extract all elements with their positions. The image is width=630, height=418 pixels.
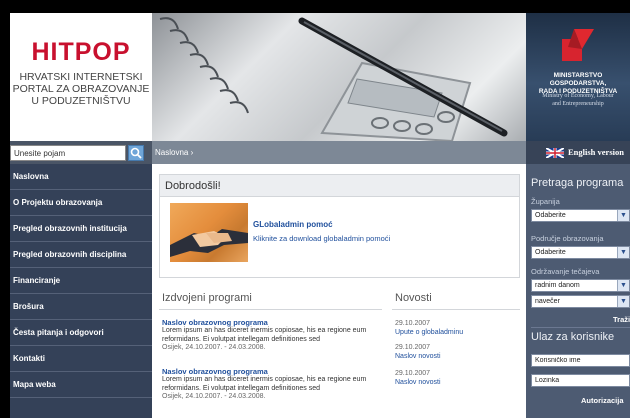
sidebar-item-brosura[interactable]: Brošura	[10, 294, 152, 320]
header: HITPOP HRVATSKI INTERNETSKI PORTAL ZA OB…	[10, 13, 630, 141]
sidebar-item-institucije[interactable]: Pregled obrazovnih institucija	[10, 216, 152, 242]
globaladmin-download-link[interactable]: Kliknite za download globaladmin pomoći	[253, 234, 390, 243]
zupanija-select-value: Odaberite	[535, 212, 566, 219]
news-title-link[interactable]: Naslov novosti	[395, 352, 520, 361]
page: HITPOP HRVATSKI INTERNETSKI PORTAL ZA OB…	[10, 13, 630, 418]
login-button[interactable]: Autorizacija	[581, 396, 624, 405]
ministry-logo[interactable]: MINISTARSTVO GOSPODARSTVA, RADA I PODUZE…	[526, 13, 630, 141]
sidebar-item-kontakti[interactable]: Kontakti	[10, 346, 152, 372]
breadcrumb-home-link[interactable]: Naslovna ›	[155, 148, 193, 157]
handshake-illustration	[170, 229, 248, 257]
news-title: Novosti	[392, 288, 520, 310]
news-item: 29.10.2007 Upute o globaladminu	[395, 319, 520, 337]
odrzavanje-label: Održavanje tečajeva	[531, 267, 600, 276]
chevron-down-icon: ▼	[617, 280, 629, 291]
program-search-button[interactable]: Traži	[613, 315, 630, 324]
chevron-down-icon: ▼	[617, 247, 629, 258]
sidebar-item-discipline[interactable]: Pregled obrazovnih disciplina	[10, 242, 152, 268]
news-date: 29.10.2007	[395, 370, 431, 377]
chevron-down-icon: ▼	[617, 296, 629, 307]
program-description: Lorem ipsum an has diceret inermis copio…	[162, 327, 367, 334]
program-description: Lorem ipsum an has diceret inermis copio…	[162, 376, 367, 383]
odrzavanje-select-2[interactable]: navečer ▼	[531, 295, 630, 308]
sidebar-nav: Naslovna O Projektu obrazovanja Pregled …	[10, 164, 152, 418]
logo-subtitle-line: U PODUZETNIŠTVU	[31, 95, 131, 107]
breadcrumb: Naslovna ›	[152, 141, 526, 164]
program-date: Osijek, 24.10.2007. - 24.03.2008.	[162, 344, 266, 351]
sidebar-item-naslovna[interactable]: Naslovna	[10, 164, 152, 190]
main-content: Dobrodošli! GLobaladmin pomoć Kliknite z…	[152, 164, 526, 418]
odrzavanje-select-1[interactable]: radnim danom ▼	[531, 279, 630, 292]
chevron-down-icon: ▼	[617, 210, 629, 221]
password-field[interactable]	[531, 374, 630, 387]
program-description: reformidans. Ei volutpat intellegam defi…	[162, 384, 320, 392]
program-title-link[interactable]: Naslov obrazovnog programa	[162, 318, 387, 327]
sidebar-item-financiranje[interactable]: Financiranje	[10, 268, 152, 294]
program-title-link[interactable]: Naslov obrazovnog programa	[162, 367, 387, 376]
program-date: Osijek, 24.10.2007. - 24.03.2008.	[162, 393, 266, 400]
program-item: Naslov obrazovnog programa Lorem ipsum a…	[162, 318, 387, 353]
sidebar-item-o-projektu[interactable]: O Projektu obrazovanja	[10, 190, 152, 216]
ministry-emblem-icon	[562, 29, 594, 61]
uk-flag-icon	[546, 148, 564, 158]
welcome-box: Dobrodošli! GLobaladmin pomoć Kliknite z…	[159, 174, 520, 278]
odrzavanje-select-1-value: radnim danom	[535, 282, 580, 289]
podrucje-label: Područje obrazovanja	[531, 234, 604, 243]
news-date: 29.10.2007	[395, 344, 431, 351]
featured-programs-title: Izdvojeni programi	[159, 288, 382, 310]
site-search	[10, 145, 144, 161]
divider	[531, 327, 630, 328]
news-item: 29.10.2007 Naslov novosti	[395, 369, 520, 387]
sidebar-item-faq[interactable]: Česta pitanja i odgovori	[10, 320, 152, 346]
featured-programs: Izdvojeni programi Naslov obrazovnog pro…	[159, 288, 382, 400]
notebook-pen-illustration	[159, 17, 508, 141]
odrzavanje-select-2-value: navečer	[535, 298, 560, 305]
top-bar: Naslovna › English version	[10, 141, 630, 164]
english-version-label: English version	[568, 147, 624, 157]
search-icon	[130, 147, 142, 159]
ministry-name-en-line: and Entrepreneurship	[552, 101, 604, 107]
logo-subtitle: HRVATSKI INTERNETSKI PORTAL ZA OBRAZOVAN…	[10, 71, 152, 107]
handshake-image	[170, 203, 248, 262]
search-button[interactable]	[128, 145, 144, 161]
ministry-name-en: Ministry of Economy, Labour and Entrepre…	[526, 92, 630, 108]
search-input[interactable]	[10, 145, 126, 161]
logo-subtitle-line: PORTAL ZA OBRAZOVANJE	[12, 83, 150, 95]
ministry-name-en-line: Ministry of Economy, Labour	[542, 93, 614, 99]
news-item: 29.10.2007 Naslov novosti	[395, 343, 520, 361]
news-title-link[interactable]: Upute o globaladminu	[395, 328, 520, 337]
news-date: 29.10.2007	[395, 320, 431, 327]
username-field[interactable]	[531, 354, 630, 367]
podrucje-select[interactable]: Odaberite ▼	[531, 246, 630, 259]
program-item: Naslov obrazovnog programa Lorem ipsum a…	[162, 367, 387, 402]
english-version-link[interactable]: English version	[526, 141, 630, 164]
login-title: Ulaz za korisnike	[531, 331, 615, 343]
sidebar-item-mapa-weba[interactable]: Mapa weba	[10, 372, 152, 398]
welcome-title: Dobrodošli!	[160, 175, 519, 197]
header-banner-image	[152, 13, 526, 141]
podrucje-select-value: Odaberite	[535, 249, 566, 256]
globaladmin-help-link[interactable]: GLobaladmin pomoć	[253, 220, 333, 229]
right-panel: Pretraga programa Županija Odaberite ▼ P…	[526, 164, 630, 418]
news-column: Novosti 29.10.2007 Upute o globaladminu …	[392, 288, 520, 386]
program-description: reformidans. Ei volutpat intellegam defi…	[162, 335, 320, 343]
news-title-link[interactable]: Naslov novosti	[395, 378, 520, 387]
ministry-name-line: MINISTARSTVO GOSPODARSTVA,	[549, 72, 607, 87]
site-logo[interactable]: HITPOP HRVATSKI INTERNETSKI PORTAL ZA OB…	[10, 13, 152, 141]
logo-subtitle-line: HRVATSKI INTERNETSKI	[19, 71, 143, 83]
logo-title: HITPOP	[31, 38, 131, 66]
program-search-title: Pretraga programa	[531, 177, 624, 189]
zupanija-label: Županija	[531, 197, 560, 206]
zupanija-select[interactable]: Odaberite ▼	[531, 209, 630, 222]
